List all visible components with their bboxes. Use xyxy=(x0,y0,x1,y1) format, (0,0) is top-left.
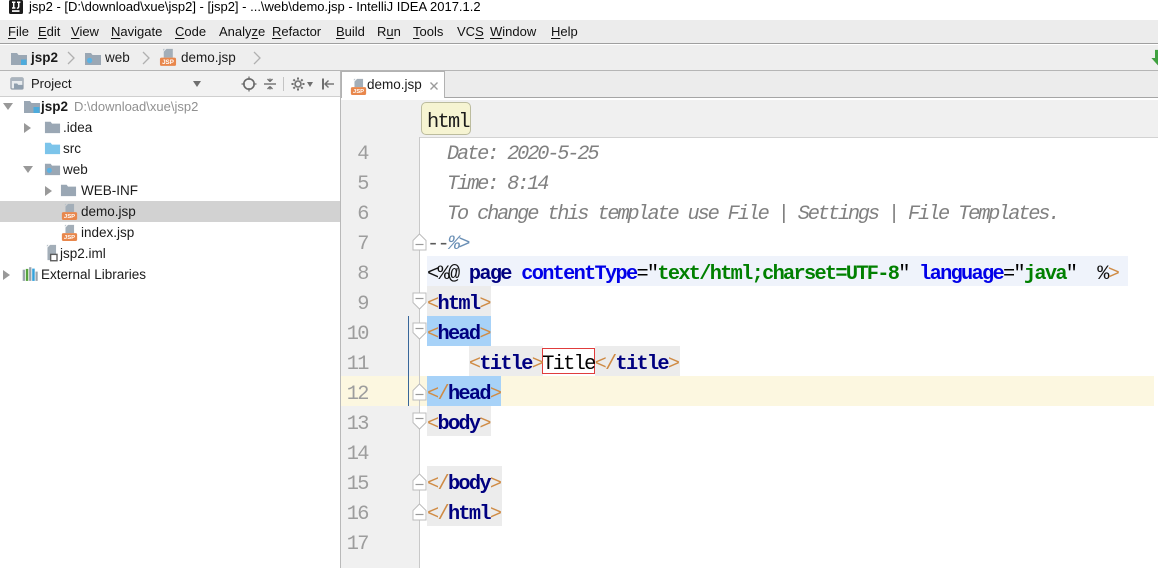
svg-text:JSP: JSP xyxy=(162,59,174,66)
svg-text:JSP: JSP xyxy=(64,214,75,220)
svg-text:JSP: JSP xyxy=(353,89,364,95)
svg-text:JSP: JSP xyxy=(64,235,75,241)
